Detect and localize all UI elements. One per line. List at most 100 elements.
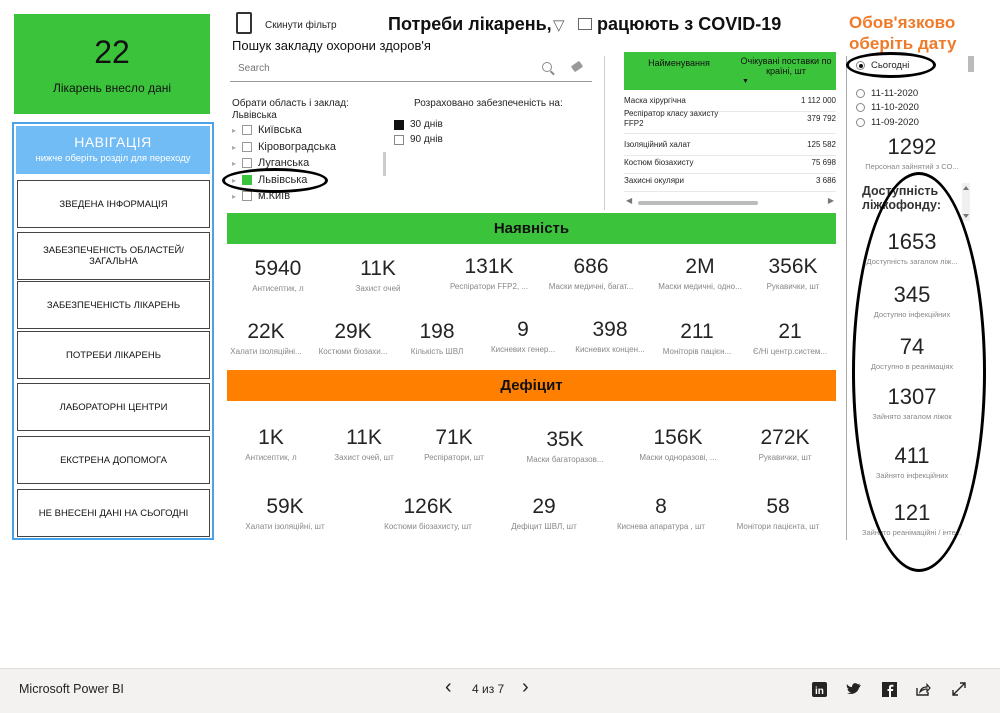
radio-icon[interactable]: [856, 89, 865, 98]
table-horizontal-scrollbar[interactable]: ◀ ▶: [624, 196, 836, 208]
region-slicer-scrollbar[interactable]: [383, 152, 386, 176]
expand-arrow-icon[interactable]: ▸: [232, 192, 242, 201]
expand-arrow-icon[interactable]: ▸: [232, 159, 242, 168]
radio-icon[interactable]: [856, 103, 865, 112]
card-label: Є/Ні центр.систем...: [752, 347, 828, 356]
scroll-thumb[interactable]: [638, 201, 758, 205]
search-input[interactable]: [230, 57, 530, 79]
checkbox-checked-icon[interactable]: [394, 119, 404, 130]
date-slicer-title-line: оберіть дату: [849, 34, 957, 53]
previous-page-icon[interactable]: ‹: [445, 676, 452, 699]
availability-card: 29K Костюми біозахи...: [314, 320, 392, 356]
nav-button-missing-data[interactable]: НЕ ВНЕСЕНІ ДАНІ НА СЬОГОДНІ: [17, 489, 210, 537]
radio-icon[interactable]: [856, 118, 865, 127]
expand-arrow-icon[interactable]: ▸: [232, 126, 242, 135]
nav-button-hospitals-supply[interactable]: ЗАБЕЗПЕЧЕНІСТЬ ЛІКАРЕНЬ: [17, 281, 210, 329]
focus-mode-icon[interactable]: [578, 18, 592, 30]
nav-button-emergency[interactable]: ЕКСТРЕНА ДОПОМОГА: [17, 436, 210, 484]
region-item[interactable]: ▸ Київська: [232, 124, 302, 136]
availability-section-title: Наявність: [227, 213, 836, 244]
availability-card: 5940 Антисептик, л: [240, 257, 316, 293]
availability-card: 21 Є/Ні центр.систем...: [750, 320, 830, 356]
card-label: Костюми біозахи...: [318, 347, 388, 356]
card-label: Костюми біозахисту, шт: [384, 522, 472, 531]
card-label: Маски медичні, багат...: [548, 282, 634, 291]
deficit-card: 59K Халати ізоляційні, шт: [238, 495, 332, 531]
checkbox-icon[interactable]: [242, 191, 252, 201]
checkbox-icon[interactable]: [242, 125, 252, 135]
date-option[interactable]: 11-09-2020: [856, 117, 919, 128]
highlight-ellipse: [222, 168, 328, 193]
table-cell-value: 125 582: [807, 140, 836, 149]
deficit-card: 11K Захист очей, шт: [326, 426, 402, 462]
next-page-icon[interactable]: ›: [522, 676, 529, 699]
card-label: Антисептик, л: [245, 453, 297, 462]
card-label: Захист очей, шт: [334, 453, 394, 462]
card-value: 1292: [887, 134, 937, 159]
personnel-card: 1292 Персонал зайнятий з CO...: [850, 134, 974, 171]
nav-button-regions[interactable]: ЗАБЕЗПЕЧЕНІСТЬ ОБЛАСТЕЙ/ ЗАГАЛЬНА: [17, 232, 210, 280]
divider: [604, 56, 605, 210]
search-box: [230, 57, 592, 82]
card-label: Дефіцит ШВЛ, шт: [511, 522, 577, 531]
sort-descending-icon[interactable]: ▼: [742, 78, 749, 85]
reset-filter-label[interactable]: Скинути фільтр: [265, 20, 337, 31]
brand-label[interactable]: Microsoft Power BI: [19, 682, 124, 696]
card-value: 59K: [266, 495, 304, 518]
availability-card: 2M Маски медичні, одно...: [652, 255, 748, 291]
highlight-ellipse: [846, 52, 936, 78]
table-cell-value: 3 686: [815, 176, 836, 185]
table-cell-name: Респіратор класу захисту FFP2: [624, 109, 719, 128]
availability-card: 22K Халати ізоляційні...: [228, 320, 304, 356]
card-value: 156K: [653, 426, 703, 449]
card-value: 356K: [768, 255, 818, 278]
nav-button-hospital-needs[interactable]: ПОТРЕБИ ЛІКАРЕНЬ: [17, 331, 210, 379]
date-slicer-title: Обов'язково оберіть дату: [849, 12, 956, 54]
fullscreen-icon[interactable]: [950, 680, 968, 698]
calc-option[interactable]: 30 днів: [394, 119, 443, 130]
scroll-right-icon[interactable]: ▶: [828, 196, 834, 205]
share-icon[interactable]: [914, 680, 932, 698]
table-cell-value: 1 112 000: [801, 96, 836, 105]
card-value: 198: [419, 320, 455, 343]
card-value: 29K: [334, 320, 372, 343]
table-col-deliveries[interactable]: Очікувані поставки по країні, шт: [736, 56, 836, 76]
availability-card: 356K Рукавички, шт: [758, 255, 828, 291]
bed-panel-scrollbar[interactable]: [960, 183, 972, 221]
card-label: Рукавички, шт: [766, 282, 820, 291]
calc-option[interactable]: 90 днів: [394, 134, 443, 145]
page-indicator: 4 из 7: [472, 682, 505, 696]
checkbox-icon[interactable]: [394, 134, 404, 145]
deficit-card: 29 Дефіцит ШВЛ, шт: [504, 495, 584, 531]
nav-button-labs[interactable]: ЛАБОРАТОРНІ ЦЕНТРИ: [17, 383, 210, 431]
checkbox-icon[interactable]: [242, 142, 252, 152]
scroll-left-icon[interactable]: ◀: [626, 196, 632, 205]
region-item[interactable]: ▸ Кіровоградська: [232, 141, 336, 153]
date-slicer-scrollbar[interactable]: [968, 56, 974, 72]
table-cell-value: 379 792: [807, 114, 836, 123]
checkbox-icon[interactable]: [242, 158, 252, 168]
availability-card: 686 Маски медичні, багат...: [543, 255, 639, 291]
expand-arrow-icon[interactable]: ▸: [232, 143, 242, 152]
search-icon[interactable]: [542, 62, 552, 72]
table-cell-name: Ізоляційний халат: [624, 140, 691, 149]
table-col-name[interactable]: Найменування: [624, 58, 734, 68]
card-label: Маски багаторазов...: [526, 455, 604, 464]
reset-filter-icon[interactable]: [236, 12, 252, 34]
date-option[interactable]: 11-11-2020: [856, 88, 918, 99]
card-value: 2M: [685, 255, 715, 278]
twitter-icon[interactable]: [845, 680, 863, 698]
nav-button-summary[interactable]: ЗВЕДЕНА ІНФОРМАЦІЯ: [17, 180, 210, 228]
card-label: Респіратори, шт: [424, 453, 484, 462]
card-value: 398: [592, 318, 628, 341]
date-slicer-title-line: Обов'язково: [849, 13, 956, 32]
filter-funnel-icon[interactable]: ▽: [553, 16, 565, 34]
card-value: 131K: [464, 255, 514, 278]
table-cell-name: Маска хірургічна: [624, 96, 686, 105]
date-option[interactable]: 11-10-2020: [856, 102, 919, 113]
facebook-icon[interactable]: [880, 680, 898, 698]
divider: [846, 56, 847, 540]
card-label: Маски медичні, одно...: [658, 282, 742, 291]
linkedin-icon[interactable]: in: [810, 680, 828, 698]
deficit-card: 1K Антисептик, л: [238, 426, 304, 462]
